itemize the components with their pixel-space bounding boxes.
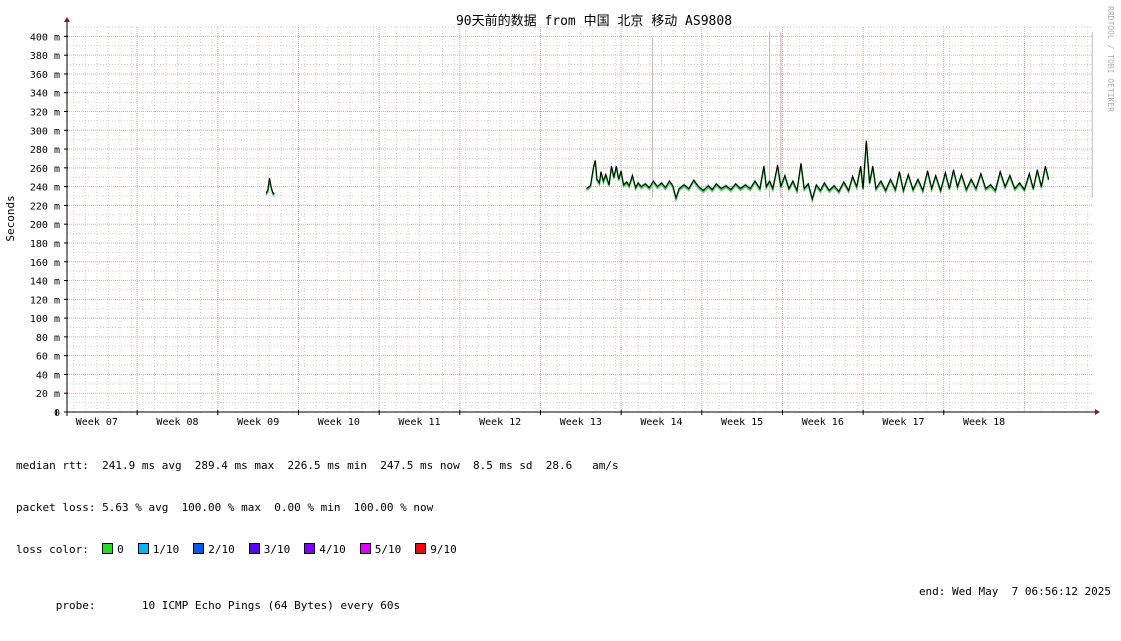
x-tick-label: Week 15: [721, 417, 763, 428]
y-tick-label: 20 m: [36, 389, 60, 400]
loss-color-swatch: [359, 543, 371, 554]
loss-color-label-text: 1/10: [152, 543, 180, 556]
y-tick-label: 60 m: [36, 352, 60, 363]
loss-color-swatch: [102, 543, 114, 554]
loss-color-label-text: 5/10: [374, 543, 402, 556]
y-tick-label: 300 m: [30, 126, 60, 137]
loss-color-item: 1/10: [137, 543, 180, 556]
chart-title: 90天前的数据 from 中国 北京 移动 AS9808: [456, 13, 732, 29]
y-tick-label: 80 m: [36, 333, 60, 344]
y-tick-label: 220 m: [30, 201, 60, 212]
loss-color-label-text: 2/10: [208, 543, 235, 556]
x-tick-label: Week 08: [156, 417, 198, 428]
x-tick-label: Week 10: [318, 417, 360, 428]
y-tick-label: 260 m: [30, 164, 60, 175]
loss-color-items: 0 1/10 2/10 3/10 4/10 5/10 9/10: [102, 543, 471, 556]
smoke-band: [586, 138, 1049, 203]
x-tick-label: Week 11: [398, 417, 440, 428]
loss-color-label-text: 3/10: [263, 543, 291, 556]
x-tick-label: Week 13: [560, 417, 602, 428]
y-tick-label: 240 m: [30, 183, 60, 194]
x-tick-label: Week 18: [963, 417, 1005, 428]
loss-color-label-text: 0: [117, 543, 124, 556]
x-tick-label: Week 14: [640, 417, 682, 428]
y-tick-label: 340 m: [30, 89, 60, 100]
loss-color-item: 9/10: [415, 543, 457, 556]
x-tick-label: Week 16: [802, 417, 844, 428]
loss-color-item: 4/10: [304, 543, 346, 556]
median-rtt-line: median rtt: 241.9 ms avg 289.4 ms max 22…: [16, 459, 619, 472]
y-tick-label: 140 m: [30, 277, 60, 288]
probe-end-line: probe: 10 ICMP Echo Pings (64 Bytes) eve…: [16, 585, 1111, 612]
y-tick-label: 40 m: [36, 370, 60, 381]
y-axis-label: Seconds: [4, 195, 17, 241]
smokeping-chart: 0 20 m 40 m 60 m 80 m 100 m 120 m 140 m 160 m 180…: [0, 0, 1121, 612]
y-tick-label: 360 m: [30, 70, 60, 81]
loss-color-swatch: [193, 543, 205, 554]
rrdtool-watermark: RRDTOOL / TOBI OETIKER: [1106, 6, 1115, 112]
loss-color-label-text: 4/10: [319, 543, 346, 556]
packet-loss-line: packet loss: 5.63 % avg 100.00 % max 0.0…: [16, 501, 434, 514]
loss-color-swatch: [248, 543, 260, 554]
loss-color-item: 0: [102, 543, 124, 556]
y-tick-label: 160 m: [30, 258, 60, 269]
y-tick-label: 280 m: [30, 145, 60, 156]
loss-color-swatch: [137, 543, 149, 554]
loss-color-label: loss color:: [16, 543, 89, 556]
chart-legend: median rtt: 241.9 ms avg 289.4 ms max 22…: [16, 431, 1111, 627]
loss-color-label-text: 9/10: [430, 543, 457, 556]
loss-color-swatch: [304, 543, 316, 554]
y-tick-label: 400 m: [30, 32, 60, 43]
loss-color-item: 2/10: [193, 543, 235, 556]
y-tick-label: 380 m: [30, 51, 60, 62]
y-tick-label: 320 m: [30, 108, 60, 119]
x-tick-label: Week 12: [479, 417, 521, 428]
x-axis-arrow: [1095, 409, 1100, 415]
y-tick-label: 100 m: [30, 314, 60, 325]
loss-color-swatch: [415, 543, 427, 554]
loss-color-line: [586, 141, 1050, 204]
end-time: end: Wed May 7 06:56:12 2025: [918, 585, 1111, 598]
x-tick-label: Week 09: [237, 417, 279, 428]
loss-color-line: loss color: 0 1/10 2/10 3/10 4/10 5/10 9/10: [16, 543, 1111, 557]
chart-svg: 020 m40 m60 m80 m100 m120 m140 m160 m180…: [4, 6, 1115, 428]
probe-info: probe: 10 ICMP Echo Pings (64 Bytes) eve…: [55, 599, 401, 612]
y-tick-label: 180 m: [30, 239, 60, 250]
y-tick-label: 200 m: [30, 220, 60, 231]
loss-color-line: [586, 141, 1049, 201]
loss-color-item: 3/10: [248, 543, 291, 556]
x-tick-label: Week 07: [76, 417, 118, 428]
y-tick-label: 120 m: [30, 295, 60, 306]
y-axis-arrow: [64, 17, 70, 22]
loss-color-item: 5/10: [359, 543, 402, 556]
x-tick-label: Week 17: [882, 417, 924, 428]
